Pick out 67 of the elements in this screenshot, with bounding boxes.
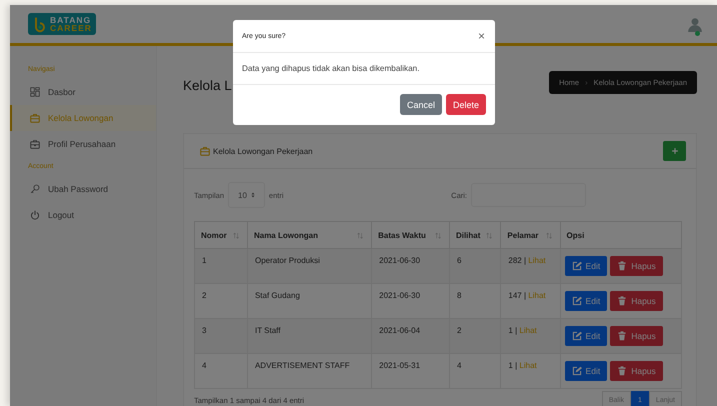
- delete-button[interactable]: Hapus: [610, 256, 663, 276]
- column-header[interactable]: Nama Lowongan: [247, 222, 372, 248]
- table-cell: 4: [449, 354, 501, 388]
- sort-icon: [486, 232, 494, 240]
- edit-icon: [572, 261, 582, 271]
- sidebar-item[interactable]: Profil Perusahaan: [10, 131, 156, 157]
- delete-button[interactable]: Hapus: [610, 291, 663, 311]
- column-header[interactable]: Nomor: [194, 222, 248, 248]
- column-header[interactable]: Opsi: [560, 222, 682, 248]
- key-icon: [30, 184, 40, 194]
- delete-button[interactable]: Hapus: [610, 361, 663, 381]
- table-cell: 1: [194, 248, 248, 284]
- delete-button[interactable]: Hapus: [610, 326, 663, 346]
- edit-icon: [572, 366, 582, 376]
- sort-icon: [434, 232, 443, 240]
- trash-icon: [617, 261, 628, 271]
- view-link[interactable]: Lihat: [528, 256, 546, 265]
- edit-button[interactable]: Edit: [564, 291, 608, 311]
- briefcase-icon: [30, 113, 40, 123]
- spinner-caret-icon: [250, 192, 255, 198]
- close-button[interactable]: ×: [478, 29, 485, 43]
- edit-icon: [572, 296, 582, 306]
- edit-button[interactable]: Edit: [564, 256, 608, 276]
- trash-icon: [617, 366, 628, 376]
- view-link[interactable]: Lihat: [519, 361, 537, 370]
- sidebar-item[interactable]: Dasbor: [10, 79, 156, 105]
- briefcase-icon: [200, 146, 210, 156]
- logo-text: CAREER: [50, 24, 92, 32]
- sort-icon: [357, 232, 366, 240]
- logo-mark-icon: [32, 15, 48, 33]
- view-link[interactable]: Lihat: [528, 291, 546, 300]
- table-cell: 282 | Lihat: [500, 248, 560, 284]
- plus-icon: [670, 146, 680, 156]
- table-cell: 3: [194, 318, 248, 354]
- edit-icon: [572, 331, 582, 341]
- table-cell: 1 | Lihat: [500, 318, 560, 354]
- cancel-button[interactable]: Cancel: [400, 94, 442, 115]
- table-cell: IT Staff: [247, 318, 372, 354]
- trash-icon: [617, 296, 628, 306]
- sidebar-item[interactable]: Logout: [10, 202, 156, 228]
- table-cell: 1 | Lihat: [500, 354, 560, 388]
- grid-icon: [30, 87, 40, 97]
- add-button[interactable]: [663, 141, 686, 161]
- trash-icon: [617, 331, 628, 341]
- logo-text: BATANG: [50, 16, 92, 24]
- sidebar-item[interactable]: Kelola Lowongan: [10, 105, 156, 131]
- table-cell: 2021-05-31: [372, 354, 450, 388]
- edit-button[interactable]: Edit: [564, 361, 608, 381]
- edit-button[interactable]: Edit: [564, 326, 608, 346]
- sort-icon: [232, 232, 241, 240]
- delete-button[interactable]: Delete: [446, 94, 486, 115]
- dialog-message: Data yang dihapus tidak akan bisa dikembalikan.: [233, 53, 495, 85]
- page-title: Kelola L: [183, 78, 232, 93]
- sidebar-item[interactable]: Ubah Password: [10, 176, 156, 202]
- card-title: Kelola Lowongan Pekerjaan: [213, 146, 313, 156]
- table-cell: 2021-06-30: [372, 248, 450, 284]
- sort-icon: [546, 232, 554, 240]
- table-cell: ADVERTISEMENT STAFF: [247, 354, 372, 388]
- table-cell: 2021-06-04: [372, 318, 450, 354]
- table-cell: 2: [449, 318, 501, 354]
- view-link[interactable]: Lihat: [519, 326, 537, 335]
- power-icon: [30, 210, 40, 220]
- table-cell: 6: [449, 248, 501, 284]
- table-cell: Operator Produksi: [247, 248, 372, 284]
- entries-select[interactable]: 10: [228, 182, 265, 208]
- briefcase-icon: [30, 139, 40, 149]
- table-cell: 4: [194, 354, 248, 388]
